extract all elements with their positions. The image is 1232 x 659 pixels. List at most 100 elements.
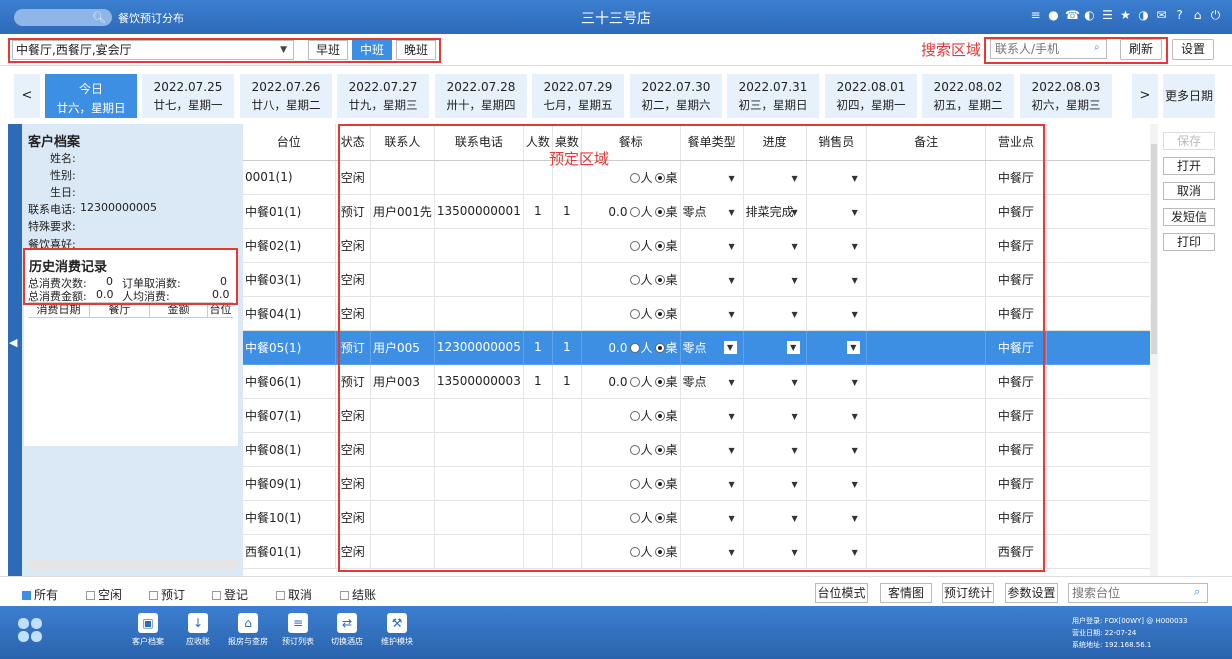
search-icon[interactable]: ⌕ [1094,42,1100,53]
contrast-icon[interactable]: ◑ [1137,8,1150,22]
filter-label: 结账 [352,588,377,602]
cell-empty [1046,534,1153,569]
module-receivables[interactable]: ↓ 应收账 [170,613,226,647]
collapse-strip[interactable] [8,124,22,576]
date-label: 2022.07.27 [348,80,418,94]
module-room-report[interactable]: ⌂ 报房与查房 [220,613,276,647]
customer-file-icon: ▣ [138,613,158,633]
print-button[interactable]: 打印 [1163,233,1215,251]
customer-panel: 客户档案 姓名: 性别: 生日: 联系电话: 12300000005 特殊要求:… [22,124,243,576]
cell-seat: 中餐01(1) [243,194,336,229]
chat-icon[interactable]: ● [1047,8,1060,22]
date-card[interactable]: 2022.07.27 廿九，星期三 [337,74,429,118]
home-icon[interactable]: ⌂ [1191,8,1204,22]
refresh-button[interactable]: 刷新 [1120,39,1162,60]
cell-empty [1046,160,1153,195]
login-user: 用户登录: FOX[00WY] @ H000033 [1072,617,1188,625]
seat-search-input[interactable] [1068,583,1208,603]
shift-morning-button[interactable]: 早班 [308,40,348,60]
contact-search-input[interactable] [990,39,1107,59]
phone-icon[interactable]: ☎ [1065,8,1080,22]
date-card[interactable]: 2022.07.31 初三，星期日 [727,74,819,118]
weekday-label: 七月，星期五 [543,98,613,112]
search-icon[interactable]: 🔍︎ [92,11,106,24]
checkbox-icon [276,591,285,600]
date-card[interactable]: 2022.07.26 廿八，星期二 [240,74,332,118]
module-maintenance[interactable]: ⚒ 维护模块 [369,613,425,647]
mail-icon[interactable]: ✉ [1155,8,1168,22]
shift-evening-button[interactable]: 晚班 [396,40,436,60]
param-settings-button[interactable]: 参数设置 [1005,583,1058,603]
cell-empty [1046,330,1153,365]
date-card[interactable]: 2022.08.02 初五，星期二 [922,74,1014,118]
collapse-left-icon[interactable]: ◀ [9,336,17,349]
global-search[interactable]: 🔍︎ [14,9,112,26]
cell-empty [1046,398,1153,433]
date-card[interactable]: 2022.07.25 廿七，星期一 [142,74,234,118]
shift-noon-button[interactable]: 中班 [352,40,392,60]
more-dates-button[interactable]: 更多日期 [1163,74,1215,118]
open-button[interactable]: 打开 [1163,157,1215,175]
app-window: 🔍︎ 餐饮预订分布 三十三号店 ≡ ● ☎ ◐ ☰ ★ ◑ ✉ ? ⌂ ⏻ 中餐… [0,0,1232,659]
history-scrollbar[interactable] [28,560,238,570]
filter-register-checkbox[interactable]: 登记 [212,586,248,603]
booking-area-annotation: 预定区域 [549,150,610,168]
module-customer-file[interactable]: ▣ 客户档案 [120,613,176,647]
seat-mode-button[interactable]: 台位模式 [815,583,868,603]
module-label: 切换酒店 [331,637,363,646]
weekday-label: 廿八，星期二 [251,98,321,112]
date-card-today[interactable]: 今日 廿六，星期日 [45,74,137,118]
search-icon[interactable]: ⌕ [1194,585,1200,599]
th-seat[interactable]: 台位 [243,124,336,161]
filter-cancel-checkbox[interactable]: 取消 [276,586,312,603]
date-label: 2022.08.03 [1031,80,1101,94]
module-label: 预订列表 [282,637,314,646]
filter-all-checkbox[interactable]: 所有 [22,586,58,603]
system-address: 系统地址: 192.168.56.1 [1072,641,1152,649]
module-label: 维护模块 [381,637,413,646]
power-icon[interactable]: ⏻ [1209,8,1222,22]
cancel-button[interactable]: 取消 [1163,182,1215,200]
weekday-label: 卅十，星期四 [446,98,516,112]
date-card[interactable]: 2022.08.01 初四，星期一 [825,74,917,118]
booking-stats-button[interactable]: 预订统计 [942,583,994,603]
module-booking-list[interactable]: ≡ 预订列表 [270,613,326,647]
date-card[interactable]: 2022.07.30 初二，星期六 [630,74,722,118]
guest-chart-button[interactable]: 客情图 [880,583,932,603]
date-bar: < 今日 廿六，星期日 2022.07.25 廿七，星期一 2022.07.26 廿八… [0,66,1232,124]
prev-date-button[interactable]: < [14,74,40,118]
cell-seat: 中餐07(1) [243,398,336,433]
business-date: 营业日期: 22-07-24 [1072,629,1137,637]
hall-select[interactable]: 中餐厅,西餐厅,宴会厅 ▼ [12,40,294,60]
cell-seat: 中餐04(1) [243,296,336,331]
weekday-label: 初三，星期日 [738,98,808,112]
palette-icon[interactable]: ◐ [1083,8,1096,22]
date-card[interactable]: 2022.07.28 卅十，星期四 [435,74,527,118]
menu-icon[interactable]: ☰ [1101,8,1114,22]
room-report-icon: ⌂ [238,613,258,633]
date-card[interactable]: 2022.07.29 七月，星期五 [532,74,624,118]
help-icon[interactable]: ? [1173,8,1186,22]
scroll-thumb[interactable] [1151,144,1157,354]
name-label: 姓名: [50,152,76,165]
star-icon[interactable]: ★ [1119,8,1132,22]
module-switch-hotel[interactable]: ⇄ 切换酒店 [319,613,375,647]
store-name: 三十三号店 [581,11,651,27]
receivables-icon: ↓ [188,613,208,633]
date-label: 2022.07.26 [251,80,321,94]
birthday-label: 生日: [50,186,76,199]
next-date-button[interactable]: > [1132,74,1158,118]
date-card[interactable]: 2022.08.03 初六，星期三 [1020,74,1112,118]
save-button[interactable]: 保存 [1163,132,1215,150]
filter-booked-checkbox[interactable]: 预订 [149,586,185,603]
filter-free-checkbox[interactable]: 空闲 [86,586,122,603]
table-scrollbar[interactable] [1150,124,1158,576]
wifi-icon[interactable]: ≡ [1029,8,1042,22]
send-sms-button[interactable]: 发短信 [1163,208,1215,226]
filter-checkout-checkbox[interactable]: 结账 [340,586,376,603]
cell-empty [1046,194,1153,229]
settings-button[interactable]: 设置 [1172,39,1214,60]
search-area-annotation: 搜索区域 [921,41,982,59]
booking-list-icon: ≡ [288,613,308,633]
history-highlight [23,248,238,305]
